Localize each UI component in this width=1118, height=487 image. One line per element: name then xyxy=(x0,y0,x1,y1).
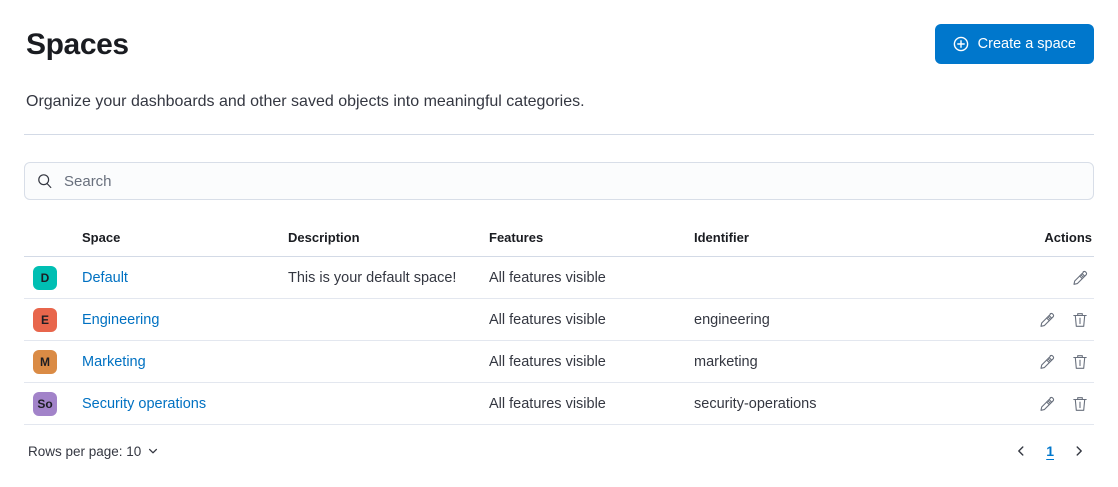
chevron-left-icon xyxy=(1014,444,1028,458)
pagination: 1 xyxy=(1010,440,1094,462)
next-page-button[interactable] xyxy=(1068,440,1090,462)
space-description: This is your default space! xyxy=(288,257,489,299)
space-features: All features visible xyxy=(489,299,694,341)
space-identifier: engineering xyxy=(694,299,994,341)
search-box[interactable] xyxy=(24,162,1094,200)
previous-page-button[interactable] xyxy=(1010,440,1032,462)
space-name-link[interactable]: Default xyxy=(82,270,128,286)
space-actions xyxy=(994,299,1094,341)
column-header-description: Description xyxy=(288,220,489,257)
column-header-avatar xyxy=(24,220,82,257)
search-icon xyxy=(37,173,53,189)
edit-space-button[interactable] xyxy=(1033,348,1061,376)
delete-space-button[interactable] xyxy=(1066,348,1094,376)
space-avatar: E xyxy=(33,308,57,332)
space-description xyxy=(288,299,489,341)
space-actions xyxy=(994,383,1094,425)
space-identifier: marketing xyxy=(694,341,994,383)
table-row: D Default This is your default space!All f… xyxy=(24,257,1094,299)
space-description xyxy=(288,341,489,383)
create-space-button[interactable]: Create a space xyxy=(935,24,1094,64)
page-subtitle: Organize your dashboards and other saved… xyxy=(26,90,1094,114)
table-row: E Engineering All features visibleengineer… xyxy=(24,299,1094,341)
space-features: All features visible xyxy=(489,383,694,425)
header-divider xyxy=(24,134,1094,135)
trash-icon xyxy=(1072,396,1088,412)
pencil-icon xyxy=(1072,270,1088,286)
page-number-current[interactable]: 1 xyxy=(1046,443,1054,459)
trash-icon xyxy=(1072,354,1088,370)
trash-icon xyxy=(1072,312,1088,328)
column-header-identifier: Identifier xyxy=(694,220,994,257)
column-header-space: Space xyxy=(82,220,288,257)
space-actions xyxy=(994,341,1094,383)
delete-space-button[interactable] xyxy=(1066,390,1094,418)
space-name-link[interactable]: Security operations xyxy=(82,396,206,412)
space-features: All features visible xyxy=(489,257,694,299)
chevron-down-icon xyxy=(147,445,159,457)
column-header-features: Features xyxy=(489,220,694,257)
space-identifier xyxy=(694,257,994,299)
pencil-icon xyxy=(1039,396,1055,412)
table-row: M Marketing All features visiblemarketing xyxy=(24,341,1094,383)
delete-space-button[interactable] xyxy=(1066,306,1094,334)
space-features: All features visible xyxy=(489,341,694,383)
table-footer: Rows per page: 10 1 xyxy=(24,440,1094,462)
rows-per-page-label: Rows per page: 10 xyxy=(28,444,141,459)
pencil-icon xyxy=(1039,354,1055,370)
search-input[interactable] xyxy=(62,172,1081,191)
space-name-link[interactable]: Marketing xyxy=(82,354,146,370)
rows-per-page-button[interactable]: Rows per page: 10 xyxy=(24,442,163,461)
space-identifier: security-operations xyxy=(694,383,994,425)
edit-space-button[interactable] xyxy=(1033,390,1061,418)
table-body: DDefaultThis is your default space!All f… xyxy=(24,257,1094,425)
space-actions xyxy=(994,257,1094,299)
space-avatar: D xyxy=(33,266,57,290)
space-avatar: M xyxy=(33,350,57,374)
edit-space-button[interactable] xyxy=(1033,306,1061,334)
pencil-icon xyxy=(1039,312,1055,328)
create-space-button-label: Create a space xyxy=(978,36,1076,52)
spaces-table: Space Description Features Identifier Ac… xyxy=(24,220,1094,425)
spaces-page: Spaces Create a space Organize your dash… xyxy=(0,0,1118,487)
edit-space-button[interactable] xyxy=(1066,264,1094,292)
space-avatar: So xyxy=(33,392,57,416)
table-row: So Security operations All features visibl… xyxy=(24,383,1094,425)
plus-in-circle-icon xyxy=(953,36,969,52)
page-title: Spaces xyxy=(26,26,1094,64)
column-header-actions: Actions xyxy=(994,220,1094,257)
space-name-link[interactable]: Engineering xyxy=(82,312,159,328)
space-description xyxy=(288,383,489,425)
table-header-row: Space Description Features Identifier Ac… xyxy=(24,220,1094,257)
chevron-right-icon xyxy=(1072,444,1086,458)
